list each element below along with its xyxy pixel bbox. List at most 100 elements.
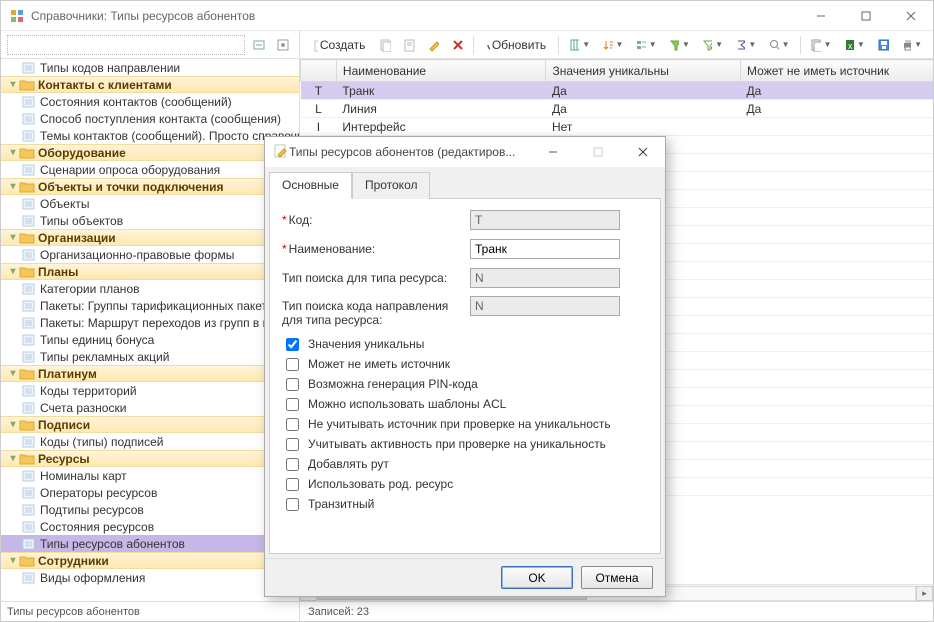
checkbox-row: Можно использовать шаблоны ACL: [282, 394, 648, 414]
tree-item[interactable]: Коды (типы) подписей: [1, 433, 299, 450]
close-button[interactable]: [888, 1, 933, 30]
tree-item-label: Коды (типы) подписей: [40, 435, 164, 449]
dialog-tab[interactable]: Основные: [269, 172, 352, 199]
tree-item[interactable]: Подтипы ресурсов: [1, 501, 299, 518]
tree-item[interactable]: Счета разноски: [1, 399, 299, 416]
export-excel-icon[interactable]: x▼: [839, 34, 870, 56]
tree-item[interactable]: Виды оформления: [1, 569, 299, 586]
tree-item[interactable]: Состояния контактов (сообщений): [1, 93, 299, 110]
grid-cell: Да: [741, 100, 933, 118]
tree-item[interactable]: Объекты: [1, 195, 299, 212]
checkbox-label: Можно использовать шаблоны ACL: [308, 397, 506, 411]
nav-tree[interactable]: Типы кодов направлении▾Контакты с клиент…: [1, 59, 299, 601]
tree-item[interactable]: Сценарии опроса оборудования: [1, 161, 299, 178]
tree-item[interactable]: Типы рекламных акций: [1, 348, 299, 365]
group-icon[interactable]: ▼: [630, 34, 661, 56]
grid-column-header[interactable]: Значения уникальны: [546, 60, 741, 82]
tree-item[interactable]: Типы объектов: [1, 212, 299, 229]
grid-mark-cell: I: [301, 118, 337, 136]
checkbox-input[interactable]: [286, 358, 299, 371]
export-copy-icon[interactable]: ▼: [805, 34, 836, 56]
maximize-button[interactable]: [843, 1, 888, 30]
tree-folder-label: Планы: [38, 265, 78, 279]
tree-item[interactable]: Организационно-правовые формы: [1, 246, 299, 263]
search-type-label: Тип поиска для типа ресурса:: [282, 271, 470, 285]
tree-folder[interactable]: ▾Подписи: [1, 416, 299, 433]
scroll-right-arrow[interactable]: ▸: [916, 586, 933, 601]
checkbox-input[interactable]: [286, 498, 299, 511]
filter-icon[interactable]: ▼: [664, 34, 695, 56]
tree-item[interactable]: Категории планов: [1, 280, 299, 297]
tree-folder[interactable]: ▾Ресурсы: [1, 450, 299, 467]
tree-folder[interactable]: ▾Объекты и точки подключения: [1, 178, 299, 195]
grid-cell: Нет: [546, 118, 741, 136]
document-icon: [21, 214, 37, 228]
tree-options-icon[interactable]: [273, 35, 293, 55]
grid-cell: Да: [741, 82, 933, 100]
name-input[interactable]: [470, 239, 620, 259]
tree-item[interactable]: Пакеты: Маршрут переходов из групп в гру…: [1, 314, 299, 331]
dialog-body: *Код: *Наименование: Тип поиска для типа…: [269, 198, 661, 554]
tree-folder[interactable]: ▾Контакты с клиентами: [1, 76, 299, 93]
sort-icon[interactable]: ▼: [597, 34, 628, 56]
dialog-close-button[interactable]: [620, 138, 665, 167]
tree-item[interactable]: Типы кодов направлении: [1, 59, 299, 76]
document-icon: [21, 112, 37, 126]
copy-icon[interactable]: [374, 34, 396, 56]
dialog-tab[interactable]: Протокол: [352, 172, 431, 199]
edit-doc-icon[interactable]: [398, 34, 420, 56]
tree-item[interactable]: Номиналы карт: [1, 467, 299, 484]
tree-folder[interactable]: ▾Платинум: [1, 365, 299, 382]
tree-item-label: Объекты: [40, 197, 90, 211]
table-row[interactable]: IИнтерфейсНетНетНетНетНетНетНет: [301, 118, 934, 136]
search-code-input[interactable]: [470, 296, 620, 316]
checkbox-input[interactable]: [286, 418, 299, 431]
tree-search-input[interactable]: [7, 35, 245, 55]
columns-icon[interactable]: ▼: [564, 34, 595, 56]
tree-folder[interactable]: ▾Планы: [1, 263, 299, 280]
tree-folder[interactable]: ▾Оборудование: [1, 144, 299, 161]
grid-cell: [741, 352, 933, 370]
minimize-button[interactable]: [798, 1, 843, 30]
grid-mark-header[interactable]: [301, 60, 337, 82]
cancel-button[interactable]: Отмена: [581, 566, 653, 589]
filter2-icon[interactable]: ▼: [697, 34, 728, 56]
tree-item[interactable]: Состояния ресурсов: [1, 518, 299, 535]
delete-icon[interactable]: [446, 34, 468, 56]
tree-item[interactable]: Темы контактов (сообщений). Просто справ…: [1, 127, 299, 144]
grid-cell: [741, 478, 933, 496]
tree-item[interactable]: Типы ресурсов абонентов: [1, 535, 299, 552]
checkbox-input[interactable]: [286, 338, 299, 351]
grid-column-header[interactable]: Наименование: [336, 60, 546, 82]
checkbox-input[interactable]: [286, 398, 299, 411]
tree-folder[interactable]: ▾Организации: [1, 229, 299, 246]
document-icon: [21, 282, 37, 296]
find-icon[interactable]: ▼: [763, 34, 794, 56]
checkbox-input[interactable]: [286, 378, 299, 391]
dialog-minimize-button[interactable]: [530, 138, 575, 167]
refresh-button[interactable]: Обновить: [479, 34, 553, 56]
code-input[interactable]: [470, 210, 620, 230]
tree-item[interactable]: Коды территорий: [1, 382, 299, 399]
checkbox-input[interactable]: [286, 438, 299, 451]
save-icon[interactable]: [872, 34, 894, 56]
create-button[interactable]: Создать: [306, 34, 372, 56]
table-row[interactable]: LЛинияДаДаНетНетНетНетНетНет: [301, 100, 934, 118]
tree-item[interactable]: Операторы ресурсов: [1, 484, 299, 501]
ok-button[interactable]: OK: [501, 566, 573, 589]
tree-folder[interactable]: ▾Сотрудники: [1, 552, 299, 569]
checkbox-input[interactable]: [286, 458, 299, 471]
tree-item[interactable]: Способ поступления контакта (сообщения): [1, 110, 299, 127]
grid-column-header[interactable]: Может не иметь источник: [741, 60, 933, 82]
tree-item[interactable]: Пакеты: Группы тарификационных пакетов: [1, 297, 299, 314]
sigma-icon[interactable]: ▼: [730, 34, 761, 56]
tree-item[interactable]: Типы единиц бонуса: [1, 331, 299, 348]
search-type-input[interactable]: [470, 268, 620, 288]
checkbox-input[interactable]: [286, 478, 299, 491]
print-icon[interactable]: ▼: [896, 34, 927, 56]
tree-folder-label: Контакты с клиентами: [38, 78, 172, 92]
tree-collapse-icon[interactable]: [249, 35, 269, 55]
table-row[interactable]: TТранкДаДаНетНетНетНетНетНет: [301, 82, 934, 100]
edit-pencil-icon[interactable]: [422, 34, 444, 56]
expander-icon: ▾: [7, 555, 19, 566]
